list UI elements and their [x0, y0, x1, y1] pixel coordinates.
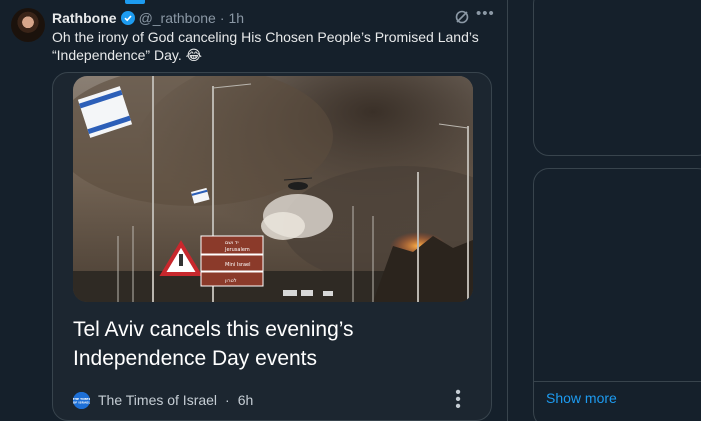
tweet-text: Oh the irony of God canceling His Chosen… — [52, 29, 479, 63]
source-time: 6h — [237, 392, 254, 408]
avatar[interactable] — [11, 8, 45, 42]
more-vertical-icon[interactable]: • • • — [451, 385, 465, 415]
road-sign-line-2: Jerusalem — [224, 247, 250, 253]
card-image[interactable]: יד ושם Jerusalem Mini Israel לטרון — [73, 76, 473, 302]
show-more-link[interactable]: Show more — [546, 390, 617, 406]
timeline-column: Rathbone @_rathbone · 1h ••• Oh the iron… — [0, 0, 508, 421]
handle[interactable]: @_rathbone — [139, 10, 216, 26]
card-title[interactable]: Tel Aviv cancels this evening’s Independ… — [73, 315, 473, 373]
card-source[interactable]: THE TIMES OF ISRAEL The Times of Israel … — [73, 391, 253, 409]
verified-badge-icon[interactable] — [120, 11, 135, 25]
road-sign-line-3: Mini Israel — [225, 262, 251, 268]
timestamp[interactable]: 1h — [229, 10, 245, 26]
tweet[interactable]: Rathbone @_rathbone · 1h ••• Oh the iron… — [0, 0, 507, 421]
separator-dot: · — [219, 10, 225, 26]
source-name: The Times of Israel — [98, 392, 218, 408]
tweet-header: Rathbone @_rathbone · 1h — [52, 9, 244, 27]
more-horizontal-icon[interactable]: ••• — [476, 5, 494, 23]
times-of-israel-logo-icon: THE TIMES OF ISRAEL — [73, 391, 90, 409]
link-card[interactable]: יד ושם Jerusalem Mini Israel לטרון Tel A… — [52, 72, 492, 421]
sidebar-panel-bottom — [533, 168, 701, 421]
svg-text:OF ISRAEL: OF ISRAEL — [73, 400, 90, 404]
page: Rathbone @_rathbone · 1h ••• Oh the iron… — [0, 0, 701, 421]
display-name[interactable]: Rathbone — [52, 10, 117, 26]
road-sign-line-1: יד ושם — [225, 240, 239, 246]
sidebar-divider — [533, 381, 701, 382]
grok-icon[interactable] — [454, 9, 470, 25]
road-sign-line-4: לטרון — [225, 278, 237, 284]
source-separator: · — [225, 392, 230, 408]
sidebar-panel-top — [533, 0, 701, 156]
